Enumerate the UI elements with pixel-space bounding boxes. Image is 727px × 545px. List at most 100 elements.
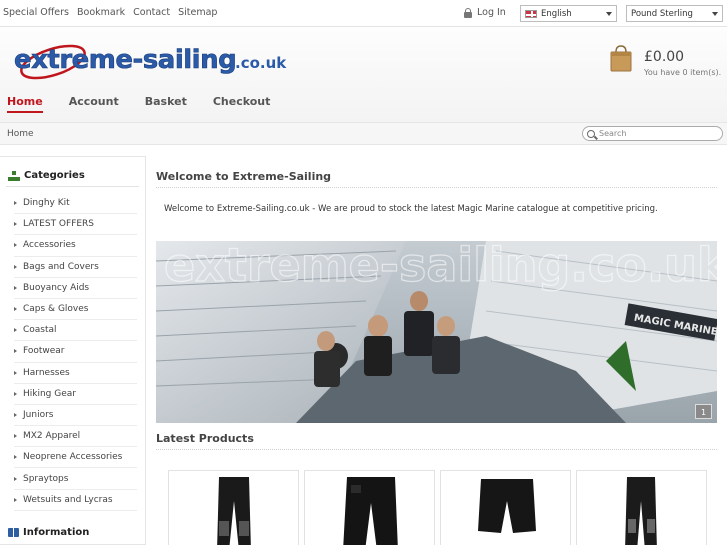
special-offers-link[interactable]: Special Offers	[3, 7, 69, 18]
divider	[6, 186, 139, 187]
product-card[interactable]	[304, 470, 435, 545]
information-title: Information	[23, 527, 90, 538]
product-trousers-image	[343, 477, 398, 545]
contact-link[interactable]: Contact	[133, 7, 170, 18]
category-label: Wetsuits and Lycras	[23, 494, 113, 505]
product-trousers-image	[625, 477, 657, 545]
sitemap-link[interactable]: Sitemap	[178, 7, 217, 18]
category-item[interactable]: Harnesses	[14, 363, 137, 384]
banner-watermark: extreme-sailing.co.uk	[164, 241, 717, 292]
top-bar: Special Offers Bookmark Contact Sitemap …	[0, 0, 727, 27]
category-label: Harnesses	[23, 367, 70, 378]
product-trousers-image	[217, 477, 251, 545]
bullet-arrow-icon	[14, 497, 17, 502]
currency-value: Pound Sterling	[631, 8, 693, 19]
category-label: Spraytops	[23, 473, 69, 484]
bullet-arrow-icon	[14, 434, 17, 439]
bullet-arrow-icon	[14, 455, 17, 460]
language-select[interactable]: English	[520, 5, 617, 22]
category-label: Buoyancy Aids	[23, 282, 90, 293]
category-item[interactable]: MX2 Apparel	[14, 426, 137, 448]
book-icon	[8, 528, 19, 537]
top-links: Special Offers Bookmark Contact Sitemap	[3, 7, 217, 18]
nav-account[interactable]: Account	[69, 95, 119, 113]
divider	[156, 187, 717, 188]
category-item[interactable]: Coastal	[14, 320, 137, 342]
category-item[interactable]: Hiking Gear	[14, 384, 137, 405]
bullet-arrow-icon	[14, 349, 17, 354]
category-item[interactable]: Wetsuits and Lycras	[14, 490, 137, 511]
category-label: Hiking Gear	[23, 388, 76, 399]
breadcrumb[interactable]: Home	[7, 129, 34, 139]
bullet-arrow-icon	[14, 476, 17, 481]
bullet-arrow-icon	[14, 264, 17, 269]
category-item[interactable]: Buoyancy Aids	[14, 278, 137, 299]
product-card[interactable]	[576, 470, 707, 545]
category-item[interactable]: LATEST OFFERS	[14, 214, 137, 236]
categories-title: Categories	[24, 170, 85, 181]
sailing-crew-photo: MAGIC MARINE extreme-sailing.co.uk	[156, 241, 717, 423]
category-label: Coastal	[23, 325, 57, 336]
category-item[interactable]: Neoprene Accessories	[14, 447, 137, 469]
nav-basket[interactable]: Basket	[145, 95, 187, 113]
bookmark-link[interactable]: Bookmark	[77, 7, 125, 18]
site-header: extreme-sailing .co.uk £0.00 You have 0 …	[0, 28, 727, 123]
intro-text: Welcome to Extreme-Sailing.co.uk - We ar…	[164, 204, 658, 214]
category-item[interactable]: Spraytops	[14, 468, 137, 490]
category-item[interactable]: Accessories	[14, 235, 137, 257]
sidebar: Categories Dinghy Kit LATEST OFFERS Access…	[0, 156, 146, 545]
category-label: Footwear	[23, 346, 65, 357]
bullet-arrow-icon	[14, 243, 17, 248]
chevron-down-icon	[712, 12, 718, 16]
bullet-arrow-icon	[14, 412, 17, 417]
lock-icon	[464, 7, 472, 18]
search-icon[interactable]	[587, 130, 595, 138]
cart-total[interactable]: £0.00	[644, 49, 684, 65]
svg-text:.co.uk: .co.uk	[235, 54, 287, 72]
login-label: Log In	[477, 7, 506, 18]
product-card[interactable]	[440, 470, 571, 545]
language-value: English	[541, 8, 572, 19]
category-list: Dinghy Kit LATEST OFFERS Accessories Bags a…	[14, 193, 137, 511]
login-link[interactable]: Log In	[464, 7, 506, 18]
slide-indicator[interactable]: 1	[695, 404, 712, 419]
category-item[interactable]: Footwear	[14, 341, 137, 363]
nav-home[interactable]: Home	[7, 95, 43, 113]
category-label: Caps & Gloves	[23, 304, 89, 315]
chevron-down-icon	[606, 12, 612, 16]
bullet-arrow-icon	[14, 285, 17, 290]
bullet-arrow-icon	[14, 328, 17, 333]
category-label: Bags and Covers	[23, 261, 99, 272]
categories-heading: Categories	[8, 170, 85, 181]
category-label: Neoprene Accessories	[23, 452, 123, 463]
breadcrumb-bar: Home Search	[0, 122, 727, 145]
latest-products-title: Latest Products	[156, 432, 254, 445]
category-item[interactable]: Bags and Covers	[14, 257, 137, 278]
category-label: Dinghy Kit	[23, 198, 70, 209]
bullet-arrow-icon	[14, 370, 17, 375]
sitemap-icon	[8, 170, 20, 181]
hero-banner[interactable]: MAGIC MARINE extreme-sailing.co.uk 1	[156, 241, 717, 423]
nav-checkout[interactable]: Checkout	[213, 95, 271, 113]
product-trousers-image	[478, 479, 536, 533]
currency-select[interactable]: Pound Sterling	[626, 5, 723, 22]
category-label: Juniors	[23, 409, 54, 420]
uk-flag-icon	[525, 9, 537, 18]
information-heading: Information	[8, 527, 89, 538]
search-input[interactable]: Search	[582, 126, 723, 141]
divider	[156, 449, 717, 450]
search-placeholder: Search	[599, 129, 627, 138]
site-logo[interactable]: extreme-sailing .co.uk	[11, 36, 296, 80]
bullet-arrow-icon	[14, 391, 17, 396]
shopping-bag-icon[interactable]	[610, 44, 632, 72]
category-label: MX2 Apparel	[23, 431, 81, 442]
product-card[interactable]	[168, 470, 299, 545]
category-item[interactable]: Caps & Gloves	[14, 299, 137, 321]
main-nav: Home Account Basket Checkout	[0, 95, 289, 113]
bullet-arrow-icon	[14, 307, 17, 312]
category-label: LATEST OFFERS	[23, 219, 95, 230]
bullet-arrow-icon	[14, 201, 17, 206]
bullet-arrow-icon	[14, 222, 17, 227]
category-item[interactable]: Juniors	[14, 405, 137, 427]
category-item[interactable]: Dinghy Kit	[14, 193, 137, 215]
